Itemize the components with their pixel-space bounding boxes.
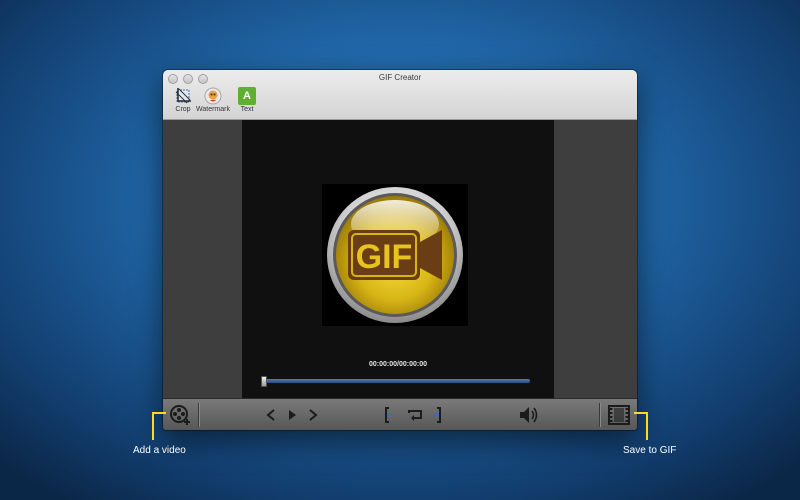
save-gif-callout-line (646, 412, 648, 440)
crop-label: Crop (175, 106, 191, 113)
save-gif-button[interactable] (605, 399, 633, 430)
save-gif-icon (608, 405, 630, 425)
loop-icon (408, 410, 422, 421)
next-frame-button[interactable] (305, 399, 321, 430)
crop-icon (175, 88, 191, 104)
mark-out-button[interactable] (431, 399, 447, 430)
previous-icon (266, 409, 275, 421)
add-video-button[interactable] (167, 399, 195, 430)
seek-bar[interactable] (261, 376, 530, 387)
bottom-toolbar (163, 398, 637, 430)
add-video-callout-line (152, 412, 166, 414)
play-icon (289, 410, 296, 420)
mark-in-button[interactable] (379, 399, 395, 430)
gif-logo-graphic: GIF (327, 187, 463, 323)
mark-in-icon (385, 407, 390, 423)
gif-creator-window: GIF Creator Crop Watermark A Text GIF 00… (163, 70, 637, 430)
add-video-callout: Add a video (133, 445, 186, 456)
toolbar-divider (198, 403, 199, 427)
watermark-label: Watermark (196, 106, 230, 113)
text-label: Text (240, 106, 254, 113)
toolbar-divider (599, 403, 600, 427)
text-icon: A (238, 87, 256, 105)
logo-gif-text: GIF (356, 238, 413, 276)
video-player[interactable]: GIF 00:00:00/00:00:00 (242, 120, 554, 398)
save-gif-callout: Save to GIF (623, 445, 677, 456)
window-title: GIF Creator (378, 73, 422, 82)
play-button[interactable] (284, 399, 300, 430)
preview-area: GIF 00:00:00/00:00:00 (163, 120, 637, 398)
text-tool-button[interactable]: A Text (227, 87, 267, 113)
add-video-callout-line (152, 412, 154, 440)
volume-icon (520, 407, 538, 423)
mark-out-icon (436, 407, 441, 423)
watermark-icon (204, 87, 222, 105)
next-icon (309, 409, 318, 421)
seek-handle[interactable] (261, 376, 267, 387)
volume-button[interactable] (515, 399, 541, 430)
save-gif-callout-line (634, 412, 648, 414)
gif-creator-logo: GIF (322, 184, 468, 326)
title-bar: GIF Creator Crop Watermark A Text (163, 70, 637, 120)
add-video-icon (170, 405, 190, 425)
timecode-display: 00:00:00/00:00:00 (369, 361, 427, 368)
previous-frame-button[interactable] (263, 399, 279, 430)
loop-button[interactable] (405, 399, 425, 430)
